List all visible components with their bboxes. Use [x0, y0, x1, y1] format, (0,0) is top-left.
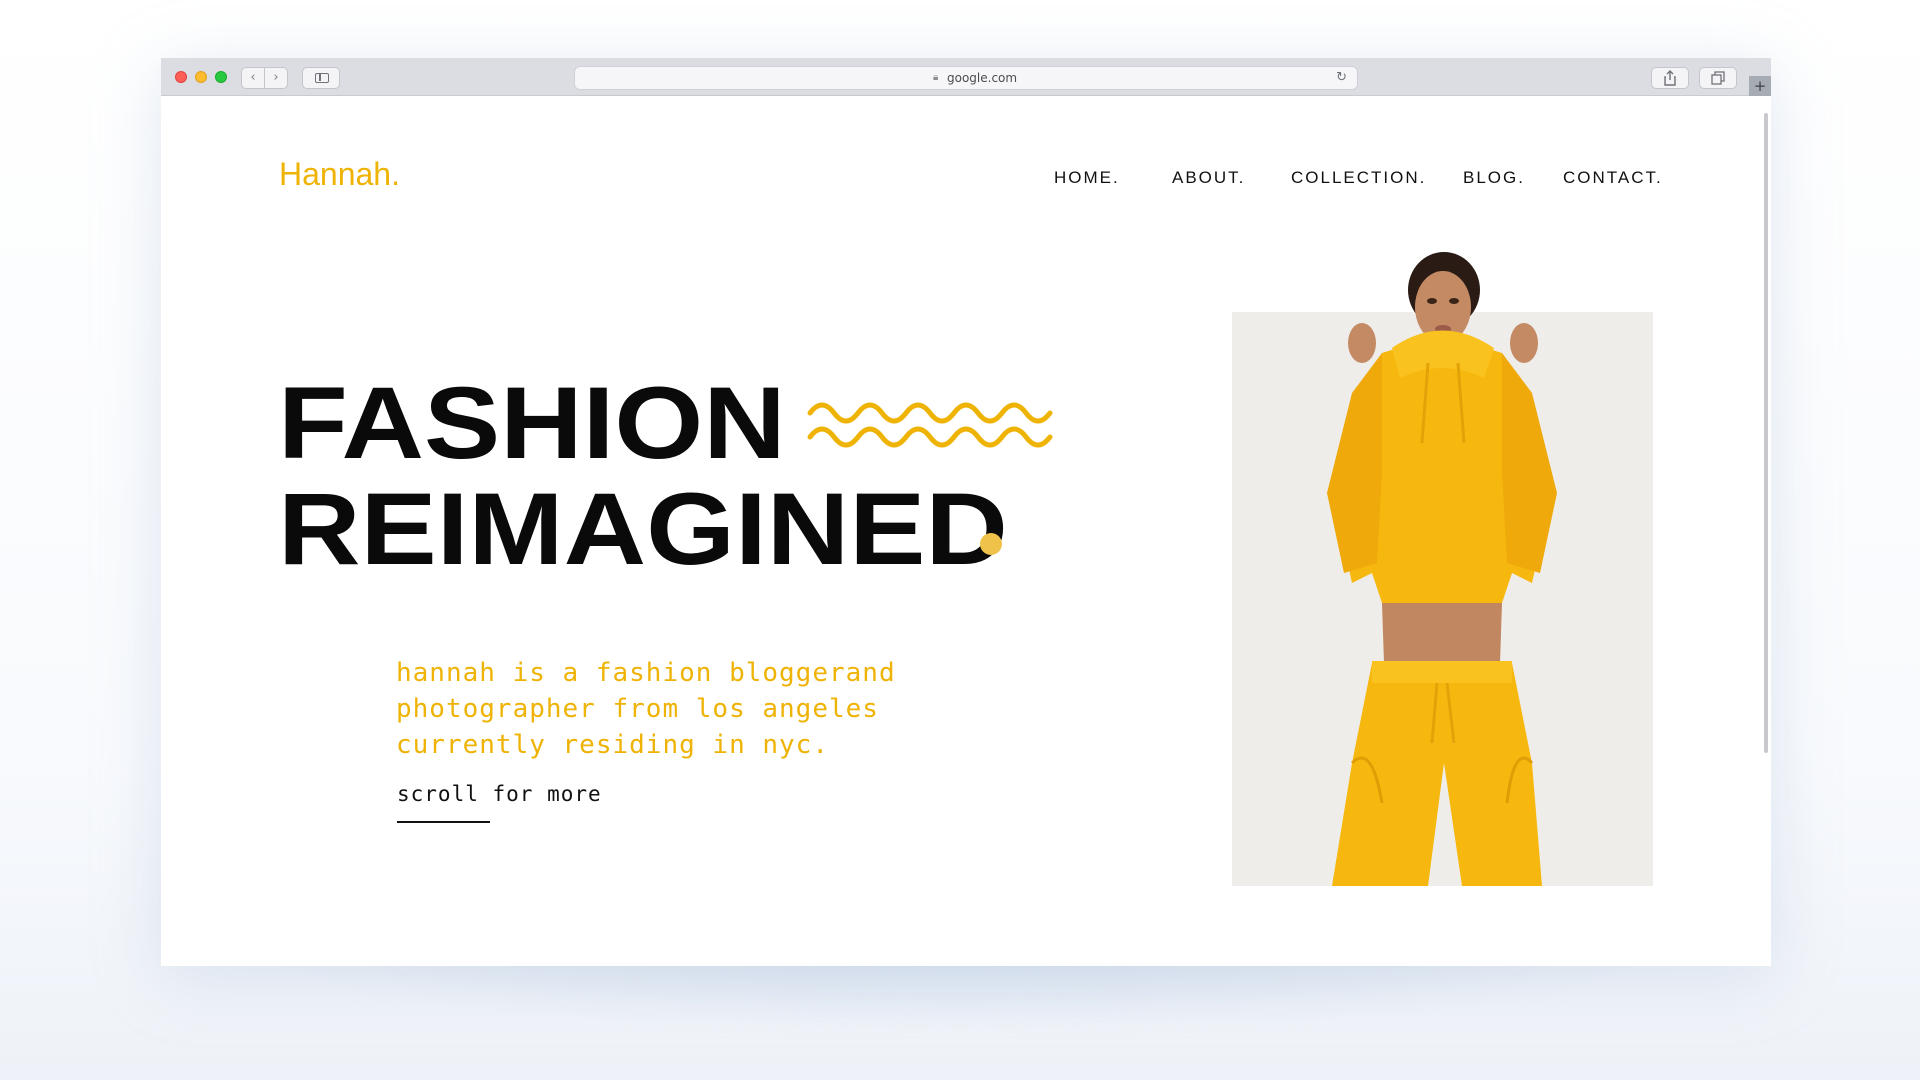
address-bar[interactable]: 🔒︎ google.com ↻: [574, 66, 1358, 90]
page-scrollbar[interactable]: [1764, 113, 1768, 753]
nav-home[interactable]: HOME.: [1054, 168, 1120, 188]
lock-icon: 🔒︎: [933, 72, 939, 83]
main-nav: HOME. ABOUT. COLLECTION. BLOG. CONTACT.: [161, 168, 1771, 192]
new-tab-button[interactable]: +: [1749, 76, 1771, 96]
hero-title-line-2: REIMAGINED: [278, 472, 1008, 586]
squiggle-decoration: [807, 402, 1053, 448]
hero-title-line-1: FASHION: [278, 366, 786, 480]
nav-collection[interactable]: COLLECTION.: [1291, 168, 1426, 188]
share-button[interactable]: [1651, 67, 1689, 89]
show-tabs-button[interactable]: [1699, 67, 1737, 89]
browser-toolbar: ‹ › 🔒︎ google.com ↻ +: [161, 58, 1771, 96]
forward-button[interactable]: ›: [264, 67, 288, 89]
close-window-button[interactable]: [175, 71, 187, 83]
maximize-window-button[interactable]: [215, 71, 227, 83]
tabs-icon: [1711, 71, 1725, 85]
scroll-underline: [397, 821, 490, 823]
model-illustration: [1327, 252, 1557, 886]
share-icon: [1664, 70, 1676, 86]
plus-icon: +: [1753, 77, 1767, 95]
back-button[interactable]: ‹: [241, 67, 265, 89]
nav-contact[interactable]: CONTACT.: [1563, 168, 1663, 188]
tagline-line-3: currently residing in nyc.: [396, 730, 829, 760]
scroll-for-more-link[interactable]: scroll for more: [397, 782, 602, 806]
tagline-line-2: photographer from los angeles: [396, 694, 879, 724]
chevron-left-icon: ‹: [250, 70, 256, 85]
nav-blog[interactable]: BLOG.: [1463, 168, 1525, 188]
chevron-right-icon: ›: [273, 70, 279, 85]
accent-dot: [980, 533, 1002, 555]
sidebar-toggle-button[interactable]: [302, 67, 340, 89]
hero-tagline: hannah is a fashion bloggerand photograp…: [396, 655, 916, 763]
tagline-line-1: hannah is a fashion bloggerand: [396, 658, 896, 688]
browser-window: ‹ › 🔒︎ google.com ↻ + Hannah. HOME. ABOU…: [161, 58, 1771, 966]
url-text: google.com: [947, 71, 1018, 85]
reload-icon[interactable]: ↻: [1336, 70, 1347, 85]
hero-photo: [1232, 243, 1653, 886]
minimize-window-button[interactable]: [195, 71, 207, 83]
sidebar-icon: [315, 73, 329, 83]
nav-about[interactable]: ABOUT.: [1172, 168, 1245, 188]
